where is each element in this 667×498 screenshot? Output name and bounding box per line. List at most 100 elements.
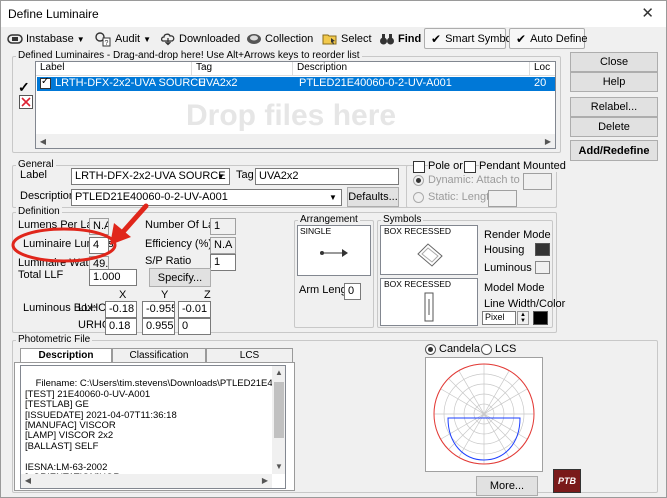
downloaded-label: Downloaded xyxy=(179,33,241,45)
relabel-button[interactable]: Relabel... xyxy=(570,97,658,117)
z-header: Z xyxy=(204,289,211,301)
collection-button[interactable]: Collection xyxy=(246,30,313,48)
scroll-up-icon[interactable]: ▲ xyxy=(272,366,285,380)
lcs-radio[interactable] xyxy=(481,344,492,355)
description-select-value: PTLED21E40060-0-2-UV-A001 xyxy=(75,191,228,203)
total-llf-label: Total LLF xyxy=(18,269,64,281)
add-redefine-button[interactable]: Add/Redefine xyxy=(570,140,658,161)
specify-button[interactable]: Specify... xyxy=(149,268,211,287)
close-button[interactable]: Close xyxy=(570,52,658,72)
model-symbol-preview[interactable]: BOX RECESSED xyxy=(380,278,478,326)
static-field[interactable] xyxy=(488,190,517,207)
checkbox-x-icon[interactable] xyxy=(19,95,33,109)
select-button[interactable]: Select xyxy=(322,30,372,48)
symbols-label: Symbols xyxy=(381,214,424,225)
lumens-per-lamp-field[interactable]: N.A xyxy=(89,218,109,235)
tab-classification[interactable]: Classification xyxy=(112,348,206,362)
auto-define-toggle[interactable]: ✔ Auto Define xyxy=(509,28,588,49)
checkmark-icon: ✓ xyxy=(41,76,50,87)
arrangement-value: SINGLE xyxy=(300,226,332,236)
audit-button[interactable]: ? Audit ▼ xyxy=(94,30,151,48)
caret-down-icon[interactable]: ▼ xyxy=(326,191,340,204)
sp-ratio-label: S/P Ratio xyxy=(145,255,192,267)
text-hscrollbar[interactable]: ◀ ▶ xyxy=(21,474,272,488)
llhc-y-field[interactable]: -0.955 xyxy=(142,301,175,318)
housing-color-swatch[interactable] xyxy=(535,243,550,256)
col-header-loc[interactable]: Loc xyxy=(530,62,555,76)
downloaded-button[interactable]: Downloaded xyxy=(160,30,240,48)
line-width-stepper[interactable]: ▲ ▼ xyxy=(517,311,529,325)
checkmark-icon[interactable]: ✓ xyxy=(18,79,30,96)
llhc-z-field[interactable]: -0.01 xyxy=(178,301,211,318)
window-title: Define Luminaire xyxy=(8,7,99,21)
scroll-down-icon[interactable]: ▼ xyxy=(272,460,285,474)
defaults-button[interactable]: Defaults... xyxy=(347,187,399,207)
tab-lcs[interactable]: LCS xyxy=(206,348,293,362)
smart-symbols-toggle[interactable]: ✔ Smart Symbols xyxy=(424,28,520,49)
col-header-label[interactable]: Label xyxy=(36,62,192,76)
sp-ratio-field[interactable]: 1 xyxy=(210,254,236,271)
list-hscrollbar[interactable]: ◀ ▶ xyxy=(36,134,555,148)
dynamic-field[interactable] xyxy=(523,173,552,190)
table-row[interactable]: ✓ LRTH-DFX-2x2-UVA SOURCE UVA2x2 PTLED21… xyxy=(37,76,555,91)
row-tag: UVA2x2 xyxy=(198,77,238,89)
urhc-y-field[interactable]: 0.955 xyxy=(142,318,175,335)
instabase-icon xyxy=(7,34,23,44)
scroll-right-icon[interactable]: ▶ xyxy=(541,134,555,148)
close-icon[interactable]: ✕ xyxy=(641,4,654,22)
description-select[interactable]: PTLED21E40060-0-2-UV-A001 ▼ xyxy=(71,189,342,206)
total-llf-field[interactable]: 1.000 xyxy=(89,269,137,286)
col-header-tag[interactable]: Tag xyxy=(192,62,293,76)
pole-label: Pole or xyxy=(428,160,465,172)
luminaire-list[interactable]: Label Tag Description Loc ✓ LRTH-DFX-2x2… xyxy=(35,61,556,149)
lcs-label: LCS xyxy=(495,343,517,355)
row-checkbox[interactable]: ✓ xyxy=(40,76,51,89)
definition-label: Definition xyxy=(16,206,62,217)
drop-files-text: Drop files here xyxy=(186,99,397,132)
more-button[interactable]: More... xyxy=(476,476,538,496)
arrangement-preview[interactable]: SINGLE xyxy=(297,225,371,276)
photometric-text[interactable]: Filename: C:\Users\tim.stevens\Downloads… xyxy=(20,365,286,489)
x-header: X xyxy=(119,289,127,301)
pole-checkbox[interactable] xyxy=(413,161,425,173)
ptb-badge-icon[interactable]: PTB xyxy=(553,469,581,493)
polar-grid xyxy=(433,363,535,465)
static-radio[interactable] xyxy=(413,192,424,203)
efficiency-field[interactable]: N.A xyxy=(210,237,236,254)
text-vscrollbar[interactable]: ▲ ▼ xyxy=(272,366,285,474)
define-luminaire-window: Define Luminaire ✕ Instabase ▼ ? Audit ▼… xyxy=(0,0,667,498)
pendant-checkbox[interactable] xyxy=(464,161,476,173)
number-of-lamps-field[interactable]: 1 xyxy=(210,218,236,235)
render-symbol-preview[interactable]: BOX RECESSED xyxy=(380,225,478,275)
model-symbol-value: BOX RECESSED xyxy=(384,279,452,289)
urhc-z-field[interactable]: 0 xyxy=(178,318,211,335)
tab-description[interactable]: Description xyxy=(20,348,112,362)
dynamic-label: Dynamic: Attach to Z= xyxy=(428,174,536,186)
scroll-right-icon[interactable]: ▶ xyxy=(258,474,272,488)
arrangement-label: Arrangement xyxy=(298,214,360,225)
luminous-color-swatch[interactable] xyxy=(535,261,550,274)
line-color-swatch[interactable] xyxy=(533,311,548,325)
candela-label: Candela xyxy=(439,343,480,355)
dynamic-radio[interactable] xyxy=(413,175,424,186)
arm-length-field[interactable]: 0 xyxy=(344,283,361,300)
help-button[interactable]: Help xyxy=(570,72,658,92)
col-header-description[interactable]: Description xyxy=(293,62,530,76)
scroll-left-icon[interactable]: ◀ xyxy=(21,474,35,488)
scroll-thumb[interactable] xyxy=(274,382,284,438)
label-select[interactable]: LRTH-DFX-2x2-UVA SOURCE ▼ xyxy=(71,168,230,185)
description-label: Description xyxy=(20,190,76,202)
caret-down-icon[interactable]: ▼ xyxy=(214,170,228,183)
scroll-left-icon[interactable]: ◀ xyxy=(36,134,50,148)
find-button[interactable]: Find xyxy=(379,30,421,48)
urhc-x-field[interactable]: 0.18 xyxy=(105,318,137,335)
line-width-field[interactable]: Pixel xyxy=(482,311,516,325)
instabase-button[interactable]: Instabase ▼ xyxy=(7,30,85,48)
delete-button[interactable]: Delete xyxy=(570,117,658,137)
tag-field[interactable]: UVA2x2 xyxy=(255,168,399,185)
binoculars-icon xyxy=(380,34,394,45)
luminaire-lumens-field[interactable]: 4 xyxy=(89,237,109,254)
candela-radio[interactable] xyxy=(425,344,436,355)
llhc-label: LLHC xyxy=(78,302,107,314)
llhc-x-field[interactable]: -0.18 xyxy=(105,301,137,318)
